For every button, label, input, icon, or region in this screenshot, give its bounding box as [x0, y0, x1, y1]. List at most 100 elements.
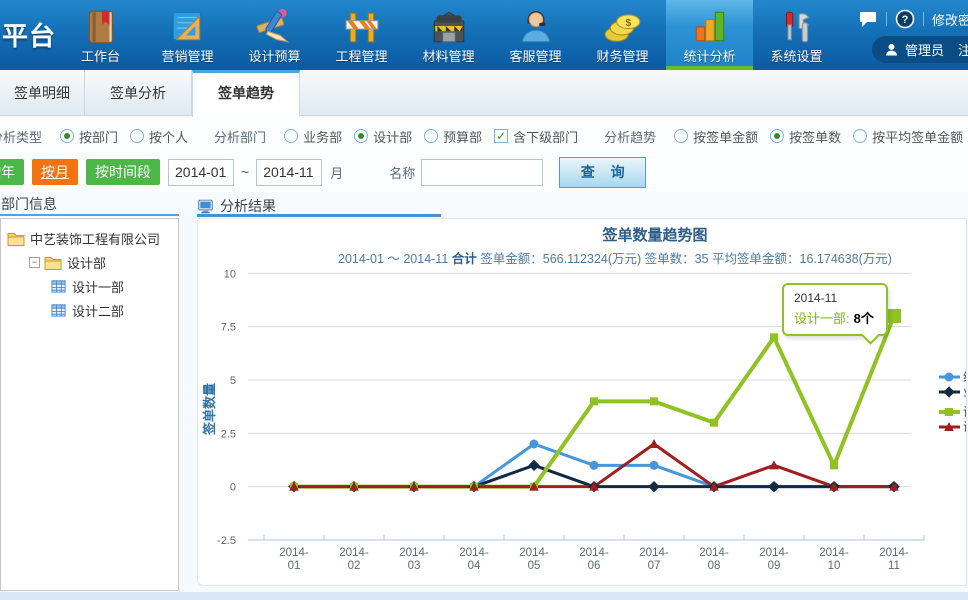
nav-item-service[interactable]: 客服管理 — [492, 0, 579, 70]
tree-node-label: 设计部 — [67, 253, 106, 272]
svg-text:2014-04: 2014-04 — [459, 547, 489, 572]
range-separator: ~ — [241, 164, 249, 180]
name-input[interactable] — [421, 159, 543, 186]
radio-unselected[interactable] — [424, 129, 438, 143]
logout-link[interactable]: 注销 — [958, 40, 968, 59]
radio-selected[interactable] — [60, 129, 74, 143]
radio-option[interactable]: 业务部 — [284, 127, 342, 146]
app-logo: 平台 — [2, 16, 56, 53]
nav-item-project[interactable]: 工程管理 — [318, 0, 405, 70]
svg-text:2014-10: 2014-10 — [819, 547, 849, 572]
filter-group-label: 分析类型 — [0, 127, 42, 146]
radio-selected[interactable] — [354, 129, 368, 143]
user-pill[interactable]: 管理员 注销 — [872, 36, 968, 63]
tooltip-value-row: 设计一部:8个 — [794, 308, 874, 327]
radio-option[interactable]: 预算部 — [424, 127, 482, 146]
tree-node-label: 中艺装饰工程有限公司 — [30, 229, 160, 248]
radio-label: 按部门 — [79, 127, 118, 146]
tab-order-detail[interactable]: 签单明细 — [0, 70, 85, 116]
design-budget-icon — [256, 8, 294, 44]
nav-label: 材料管理 — [422, 46, 474, 65]
radio-option[interactable]: 按个人 — [130, 127, 188, 146]
period-button-range[interactable]: 按时间段 — [86, 159, 160, 185]
radio-label: 按个人 — [149, 127, 188, 146]
topbar-quick-links: ? 修改密码 — [858, 9, 968, 29]
nav-item-marketing[interactable]: 营销管理 — [144, 0, 231, 70]
checkbox-option[interactable]: ✓ 含下级部门 — [494, 127, 578, 146]
app: 平台 工作台营销管理设计预算工程管理材料管理客服管理$财务管理统计分析系统设置 … — [0, 0, 968, 600]
radio-label: 按平均签单金额 — [872, 127, 963, 146]
radio-option[interactable]: 按平均签单金额 — [853, 127, 963, 146]
svg-text:2014-01: 2014-01 — [279, 547, 309, 572]
radio-unselected[interactable] — [853, 129, 867, 143]
nav-label: 工程管理 — [335, 46, 387, 65]
checkbox-label: 含下级部门 — [513, 127, 578, 146]
tree-node[interactable]: 设计二部 — [1, 298, 178, 322]
finance-icon: $ — [604, 8, 642, 44]
filter-panel: 分析类型按部门按个人分析部门业务部设计部预算部✓含下级部门分析趋势按签单金额按签… — [0, 116, 968, 192]
radio-unselected[interactable] — [674, 129, 688, 143]
radio-label: 按签单数 — [789, 127, 841, 146]
tab-order-analysis[interactable]: 签单分析 — [85, 70, 192, 116]
search-button[interactable]: 查 询 — [559, 157, 646, 188]
nav-label: 客服管理 — [509, 46, 561, 65]
tree-collapse-icon[interactable]: − — [29, 257, 40, 268]
date-to-input[interactable] — [256, 159, 322, 186]
main-nav: 工作台营销管理设计预算工程管理 材料管理 客服管理 $ 财务管理统计分析系统设置 — [57, 0, 840, 70]
svg-text:-2.5: -2.5 — [217, 535, 236, 547]
chart-panel: 签单数量趋势图 2014-01 ～ 2014-11 合计 签单金额：566.11… — [197, 218, 967, 586]
radio-unselected[interactable] — [284, 129, 298, 143]
department-tree: 中艺装饰工程有限公司 − 设计部设计一部设计二部 — [0, 218, 179, 591]
svg-text:0: 0 — [230, 482, 236, 494]
bottom-strip — [0, 592, 968, 600]
result-section-title: 分析结果 — [220, 196, 276, 216]
nav-item-settings[interactable]: 系统设置 — [753, 0, 840, 70]
chart-title: 签单数量趋势图 — [198, 219, 966, 245]
tree-node[interactable]: − 设计部 — [1, 250, 178, 274]
settings-icon — [778, 8, 816, 44]
date-from-input[interactable] — [168, 159, 234, 186]
monitor-icon — [197, 198, 214, 214]
filter-row-options: 分析类型按部门按个人分析部门业务部设计部预算部✓含下级部门分析趋势按签单金额按签… — [0, 124, 963, 148]
svg-text:2014-05: 2014-05 — [519, 547, 549, 572]
svg-text:设计一部: 设计一部 — [963, 404, 967, 419]
user-name: 管理员 — [905, 40, 944, 59]
tab-order-trend[interactable]: 签单趋势 — [192, 70, 300, 117]
nav-item-finance[interactable]: $ 财务管理 — [579, 0, 666, 70]
svg-text:7.5: 7.5 — [221, 322, 236, 334]
filter-group: 分析趋势按签单金额 按签单数 按平均签单金额 — [604, 127, 963, 146]
svg-text:设: 设 — [963, 420, 967, 434]
period-button-year[interactable]: 按年 — [0, 159, 24, 185]
folder-icon — [44, 255, 62, 270]
result-section-header: 分析结果 — [197, 198, 441, 217]
tab-strip: 签单明细签单分析签单趋势 — [0, 70, 968, 116]
nav-item-stats[interactable]: 统计分析 — [666, 0, 753, 70]
period-button-month[interactable]: 按月 — [32, 159, 78, 185]
nav-item-design-budget[interactable]: 设计预算 — [231, 0, 318, 70]
nav-item-material[interactable]: 材料管理 — [405, 0, 492, 70]
svg-text:5: 5 — [230, 375, 236, 387]
message-icon[interactable] — [858, 9, 878, 29]
checkbox-checked[interactable]: ✓ — [494, 129, 508, 143]
filter-group-label: 分析趋势 — [604, 127, 656, 146]
radio-option[interactable]: 按部门 — [60, 127, 118, 146]
filter-group: 分析部门业务部设计部预算部✓含下级部门 — [214, 127, 578, 146]
radio-option[interactable]: 设计部 — [354, 127, 412, 146]
name-label: 名称 — [389, 163, 415, 182]
svg-text:$: $ — [625, 17, 631, 29]
legend-item[interactable]: 设 — [939, 420, 967, 434]
svg-text:10: 10 — [224, 268, 236, 280]
divider — [923, 12, 924, 26]
stats-icon — [691, 8, 729, 44]
help-icon[interactable]: ? — [895, 9, 915, 29]
change-password-link[interactable]: 修改密码 — [932, 10, 968, 29]
radio-unselected[interactable] — [130, 129, 144, 143]
nav-label: 财务管理 — [596, 46, 648, 65]
nav-item-workbench[interactable]: 工作台 — [57, 0, 144, 70]
radio-option[interactable]: 按签单数 — [770, 127, 841, 146]
svg-text:综: 综 — [963, 370, 967, 384]
radio-selected[interactable] — [770, 129, 784, 143]
radio-option[interactable]: 按签单金额 — [674, 127, 758, 146]
tree-node[interactable]: 中艺装饰工程有限公司 — [1, 226, 178, 250]
tree-node[interactable]: 设计一部 — [1, 274, 178, 298]
